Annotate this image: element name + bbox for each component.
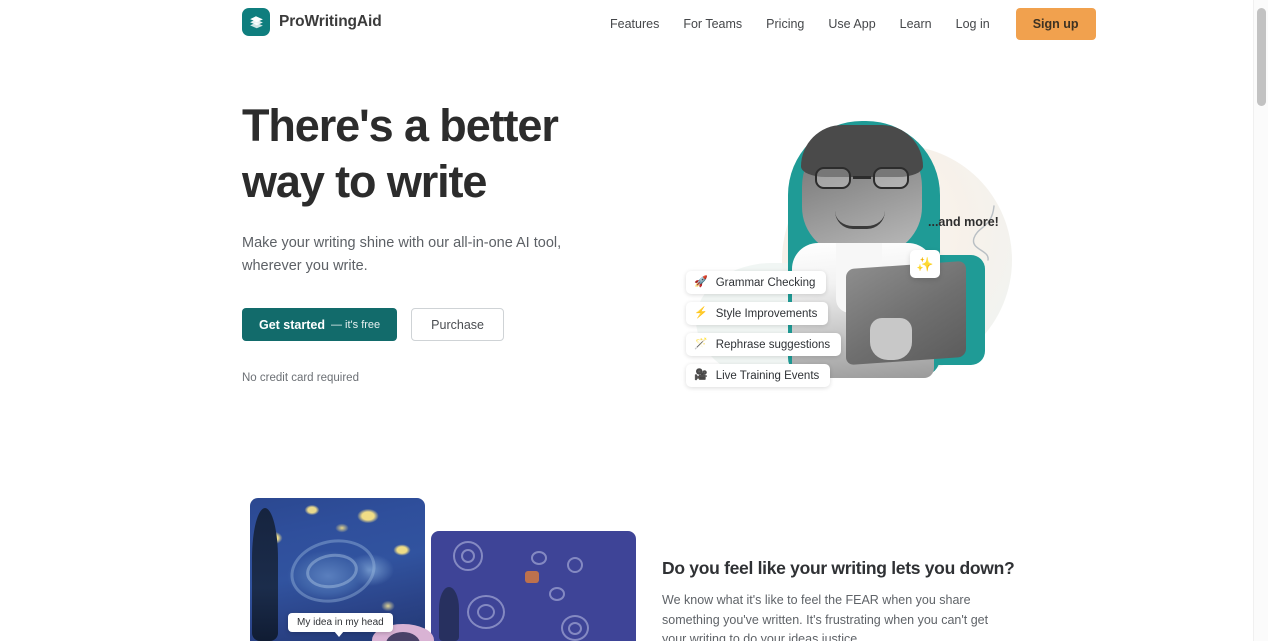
video-camera-icon: 🎥 xyxy=(694,369,708,381)
crude-doodle-swirl xyxy=(477,604,495,620)
nav-item-log-in[interactable]: Log in xyxy=(944,11,1002,37)
nav-item-use-app[interactable]: Use App xyxy=(816,11,887,37)
crude-doodle-swirl xyxy=(461,549,475,563)
starry-night-comparison-illustration: My idea in my head xyxy=(250,498,636,641)
scrollbar-thumb[interactable] xyxy=(1257,8,1266,106)
and-more-annotation: ...and more! xyxy=(928,215,999,229)
crude-doodle-swirl xyxy=(549,587,565,601)
hero-subtitle: Make your writing shine with our all-in-… xyxy=(242,235,562,274)
person-glasses-icon xyxy=(815,167,909,189)
crude-orange-mark xyxy=(525,571,539,583)
crude-doodle-swirl xyxy=(531,551,547,565)
crude-cypress-tree xyxy=(439,587,459,641)
writing-lets-you-down-section: My idea in my head Do you feel like your… xyxy=(0,494,1253,641)
section2-body: We know what it's like to feel the FEAR … xyxy=(662,593,989,641)
no-credit-card-note: No credit card required xyxy=(242,372,359,384)
site-header: ProWritingAid Features For Teams Pricing… xyxy=(0,0,1253,48)
page-scrollbar[interactable] xyxy=(1253,0,1268,641)
main-nav: Features For Teams Pricing Use App Learn… xyxy=(598,0,1096,48)
brand-logo-link[interactable]: ProWritingAid xyxy=(242,8,382,36)
get-started-label: Get started xyxy=(259,317,325,332)
feature-card-label: Grammar Checking xyxy=(715,276,816,289)
feature-card-list: 🚀 Grammar Checking ⚡ Style Improvements … xyxy=(686,271,842,387)
nav-item-features[interactable]: Features xyxy=(598,11,671,37)
purchase-button[interactable]: Purchase xyxy=(411,308,504,341)
feature-card-label: Live Training Events xyxy=(715,369,820,382)
get-started-button[interactable]: Get started — it's free xyxy=(242,308,398,341)
hero-illustration: ✨ ...and more! 🚀 Grammar Checking ⚡ Styl… xyxy=(660,103,1020,433)
magic-wand-icon: 🪄 xyxy=(694,338,708,350)
rocket-icon: 🚀 xyxy=(694,276,708,288)
crude-doodle-swirl xyxy=(568,622,582,635)
feature-card-live-training-events[interactable]: 🎥 Live Training Events xyxy=(686,364,831,387)
book-checkmark-logo-icon xyxy=(242,8,270,36)
nav-item-pricing[interactable]: Pricing xyxy=(754,11,816,37)
hero-title: There's a better way to write xyxy=(242,100,559,207)
painting-cypress-tree xyxy=(252,508,278,641)
hero-section: There's a better way to write Make your … xyxy=(0,48,1253,498)
hero-copy: There's a better way to write Make your … xyxy=(242,98,642,384)
crude-drawing-panel xyxy=(431,531,636,641)
get-started-sublabel: — it's free xyxy=(331,318,381,331)
feature-card-style-improvements[interactable]: ⚡ Style Improvements xyxy=(686,302,829,325)
nav-item-for-teams[interactable]: For Teams xyxy=(671,11,754,37)
feature-card-label: Style Improvements xyxy=(715,307,818,320)
hero-actions: Get started — it's free Purchase xyxy=(242,308,642,341)
person-hand xyxy=(870,318,912,360)
page-root: ProWritingAid Features For Teams Pricing… xyxy=(0,0,1268,641)
feature-card-label: Rephrase suggestions xyxy=(715,338,831,351)
crude-doodle-swirl xyxy=(567,557,583,573)
section2-copy: Do you feel like your writing lets you d… xyxy=(662,558,1022,641)
lightning-bolt-icon: ⚡ xyxy=(694,307,708,319)
section2-title: Do you feel like your writing lets you d… xyxy=(662,558,1015,578)
nav-item-learn[interactable]: Learn xyxy=(888,11,944,37)
brand-name: ProWritingAid xyxy=(279,13,382,30)
feature-card-rephrase-suggestions[interactable]: 🪄 Rephrase suggestions xyxy=(686,333,842,356)
sign-up-button[interactable]: Sign up xyxy=(1015,8,1096,40)
curly-pointer-line xyxy=(972,205,995,261)
my-idea-tooltip: My idea in my head xyxy=(288,613,393,637)
feature-card-grammar-checking[interactable]: 🚀 Grammar Checking xyxy=(686,271,827,294)
